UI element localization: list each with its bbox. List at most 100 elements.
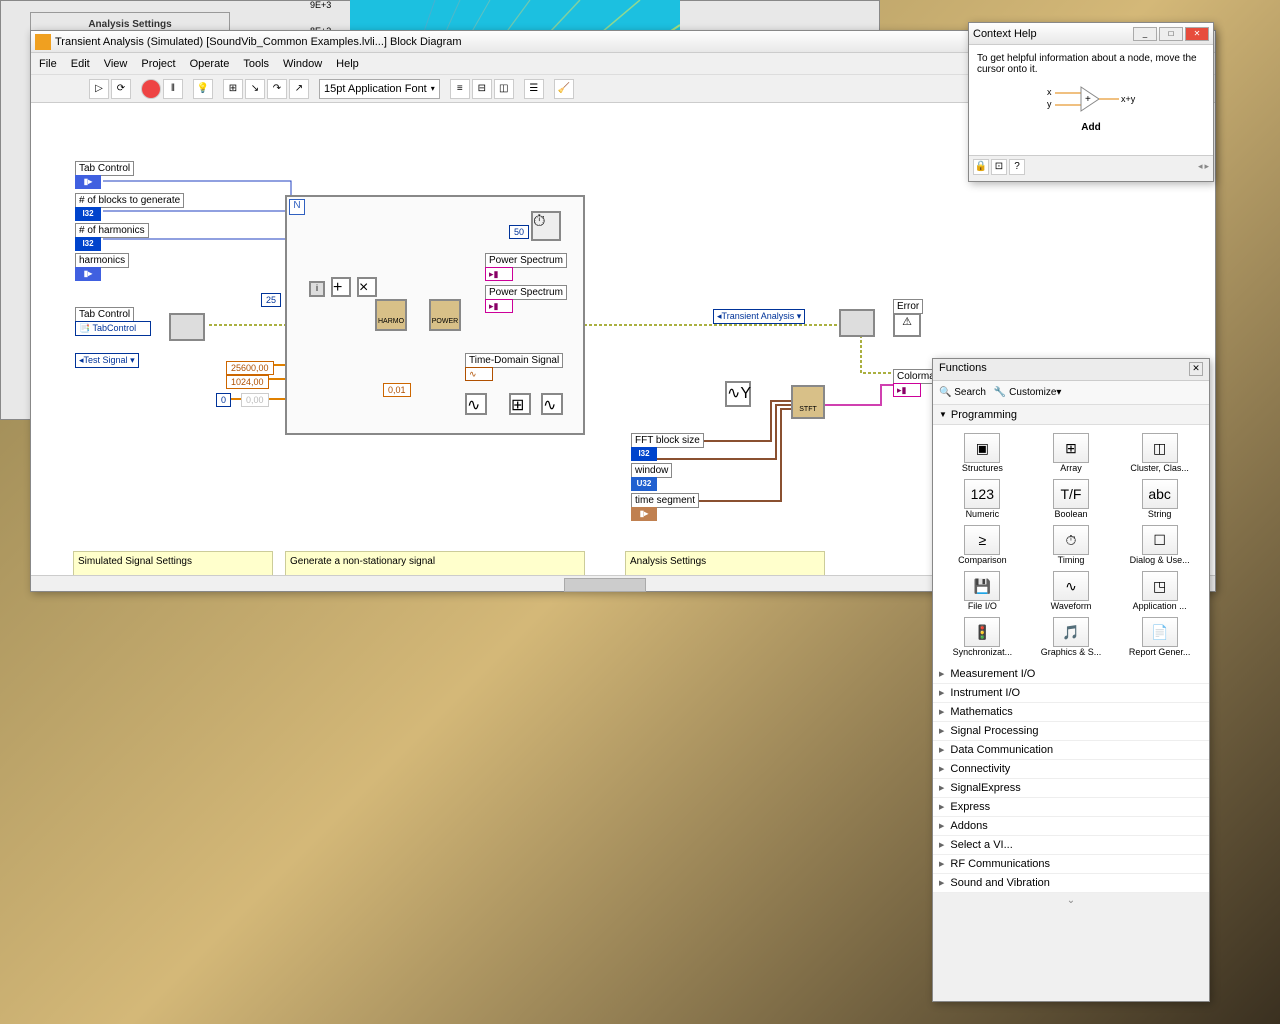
highlight-button[interactable]: 💡 — [193, 79, 213, 99]
run-cont-button[interactable]: ⟳ — [111, 79, 131, 99]
ctx-minimize-button[interactable]: _ — [1133, 27, 1157, 41]
function-item-graphics-s-[interactable]: 🎵Graphics & S... — [1028, 615, 1115, 659]
power-spectrum2-terminal[interactable]: ▸▮ — [485, 299, 513, 313]
category-instrument-i-o[interactable]: Instrument I/O — [933, 684, 1209, 703]
menu-view[interactable]: View — [104, 58, 128, 70]
power-spectrum-terminal[interactable]: ▸▮ — [485, 267, 513, 281]
retain-wire-button[interactable]: ⊞ — [223, 79, 243, 99]
const-25600[interactable]: 25600,00 — [226, 361, 274, 375]
category-select-a-vi-[interactable]: Select a VI... — [933, 836, 1209, 855]
category-rf-communications[interactable]: RF Communications — [933, 855, 1209, 874]
ctx-help-button[interactable]: ? — [1009, 159, 1025, 175]
context-help-titlebar[interactable]: Context Help _ □ ✕ — [969, 23, 1213, 45]
functions-customize[interactable]: 🔧 Customize▾ — [994, 387, 1062, 398]
function-item-cluster-clas-[interactable]: ◫Cluster, Clas... — [1116, 431, 1203, 475]
reorder-button[interactable]: ☰ — [524, 79, 544, 99]
category-sound-and-vibration[interactable]: Sound and Vibration — [933, 874, 1209, 893]
time-seg-terminal[interactable]: ▮▸ — [631, 507, 657, 521]
const-001[interactable]: 0,01 — [383, 383, 411, 397]
waveform-get-node[interactable]: ∿Y — [725, 381, 751, 407]
step-into-button[interactable]: ↘ — [245, 79, 265, 99]
function-item-string[interactable]: abcString — [1116, 477, 1203, 521]
function-item-numeric[interactable]: 123Numeric — [939, 477, 1026, 521]
menu-help[interactable]: Help — [336, 58, 359, 70]
category-mathematics[interactable]: Mathematics — [933, 703, 1209, 722]
menu-edit[interactable]: Edit — [71, 58, 90, 70]
error-terminal[interactable]: ⚠ — [893, 313, 921, 337]
waveform-node2[interactable]: ∿ — [541, 393, 563, 415]
function-item-dialog-use-[interactable]: ☐Dialog & Use... — [1116, 523, 1203, 567]
const-0[interactable]: 0 — [216, 393, 231, 407]
fft-block-terminal[interactable]: I32 — [631, 447, 657, 461]
const-25[interactable]: 25 — [261, 293, 281, 307]
harmo-subvi[interactable]: HARMO — [375, 299, 407, 331]
tab-control-value[interactable]: 📑 TabControl — [75, 321, 151, 336]
menu-window[interactable]: Window — [283, 58, 322, 70]
tab-control-terminal[interactable]: ▮▸ — [75, 175, 101, 189]
waveform-node1[interactable]: ∿ — [465, 393, 487, 415]
function-item-application-[interactable]: ◳Application ... — [1116, 569, 1203, 613]
step-out-button[interactable]: ↗ — [289, 79, 309, 99]
category-signalexpress[interactable]: SignalExpress — [933, 779, 1209, 798]
window-terminal[interactable]: U32 — [631, 477, 657, 491]
time-domain-terminal[interactable]: ∿ — [465, 367, 493, 381]
distribute-button[interactable]: ⊟ — [472, 79, 492, 99]
function-item-comparison[interactable]: ≥Comparison — [939, 523, 1026, 567]
harmonics-terminal[interactable]: ▮▸ — [75, 267, 101, 281]
const-1024[interactable]: 1024,00 — [226, 375, 269, 389]
ctx-scroll-left[interactable]: ◂ — [1198, 161, 1203, 172]
function-item-timing[interactable]: ⏱Timing — [1028, 523, 1115, 567]
functions-pin-button[interactable]: ✕ — [1189, 362, 1203, 376]
const-50[interactable]: 50 — [509, 225, 529, 239]
category-addons[interactable]: Addons — [933, 817, 1209, 836]
functions-search[interactable]: 🔍 Search — [939, 387, 986, 398]
menu-project[interactable]: Project — [141, 58, 175, 70]
step-over-button[interactable]: ↷ — [267, 79, 287, 99]
function-item-array[interactable]: ⊞Array — [1028, 431, 1115, 475]
functions-expand[interactable]: ⌄ — [933, 893, 1209, 908]
align-button[interactable]: ≡ — [450, 79, 470, 99]
stft-subvi[interactable]: STFT — [791, 385, 825, 419]
function-item-structures[interactable]: ▣Structures — [939, 431, 1026, 475]
category-signal-processing[interactable]: Signal Processing — [933, 722, 1209, 741]
menu-file[interactable]: File — [39, 58, 57, 70]
function-item-report-gener-[interactable]: 📄Report Gener... — [1116, 615, 1203, 659]
abort-button[interactable] — [141, 79, 161, 99]
menu-operate[interactable]: Operate — [190, 58, 230, 70]
const-000[interactable]: 0,00 — [241, 393, 269, 407]
function-item-synchronizat-[interactable]: 🚦Synchronizat... — [939, 615, 1026, 659]
unbundle-node[interactable] — [169, 313, 205, 341]
pause-button[interactable]: ‖ — [163, 79, 183, 99]
category-connectivity[interactable]: Connectivity — [933, 760, 1209, 779]
category-measurement-i-o[interactable]: Measurement I/O — [933, 665, 1209, 684]
metronome-node[interactable]: ⏱ — [531, 211, 561, 241]
iteration-terminal[interactable]: i — [309, 281, 325, 297]
category-data-communication[interactable]: Data Communication — [933, 741, 1209, 760]
menu-tools[interactable]: Tools — [243, 58, 269, 70]
power-subvi[interactable]: POWER — [429, 299, 461, 331]
test-signal-selector[interactable]: ◂Test Signal ▾ — [75, 353, 139, 368]
blocks-gen-terminal[interactable]: I32 — [75, 207, 101, 221]
function-item-file-i-o[interactable]: 💾File I/O — [939, 569, 1026, 613]
ctx-lock-button[interactable]: 🔒 — [973, 159, 989, 175]
add-node[interactable]: + — [331, 277, 351, 297]
programming-category[interactable]: Programming — [933, 405, 1209, 425]
run-button[interactable]: ▷ — [89, 79, 109, 99]
function-item-waveform[interactable]: ∿Waveform — [1028, 569, 1115, 613]
bundle-node[interactable] — [839, 309, 875, 337]
multiply-node[interactable]: × — [357, 277, 377, 297]
cleanup-button[interactable]: 🧹 — [554, 79, 574, 99]
num-harmonics-terminal[interactable]: I32 — [75, 237, 101, 251]
resize-button[interactable]: ◫ — [494, 79, 514, 99]
build-array-node[interactable]: ⊞ — [509, 393, 531, 415]
loop-n-terminal[interactable]: N — [289, 199, 305, 215]
transient-selector[interactable]: ◂Transient Analysis ▾ — [713, 309, 805, 324]
font-selector[interactable]: 15pt Application Font — [319, 79, 440, 99]
category-express[interactable]: Express — [933, 798, 1209, 817]
ctx-close-button[interactable]: ✕ — [1185, 27, 1209, 41]
ctx-detail-button[interactable]: ⊡ — [991, 159, 1007, 175]
functions-header[interactable]: Functions ✕ — [933, 359, 1209, 381]
colormap-terminal[interactable]: ▸▮ — [893, 383, 921, 397]
ctx-scroll-right[interactable]: ▸ — [1204, 161, 1209, 172]
function-item-boolean[interactable]: T/FBoolean — [1028, 477, 1115, 521]
